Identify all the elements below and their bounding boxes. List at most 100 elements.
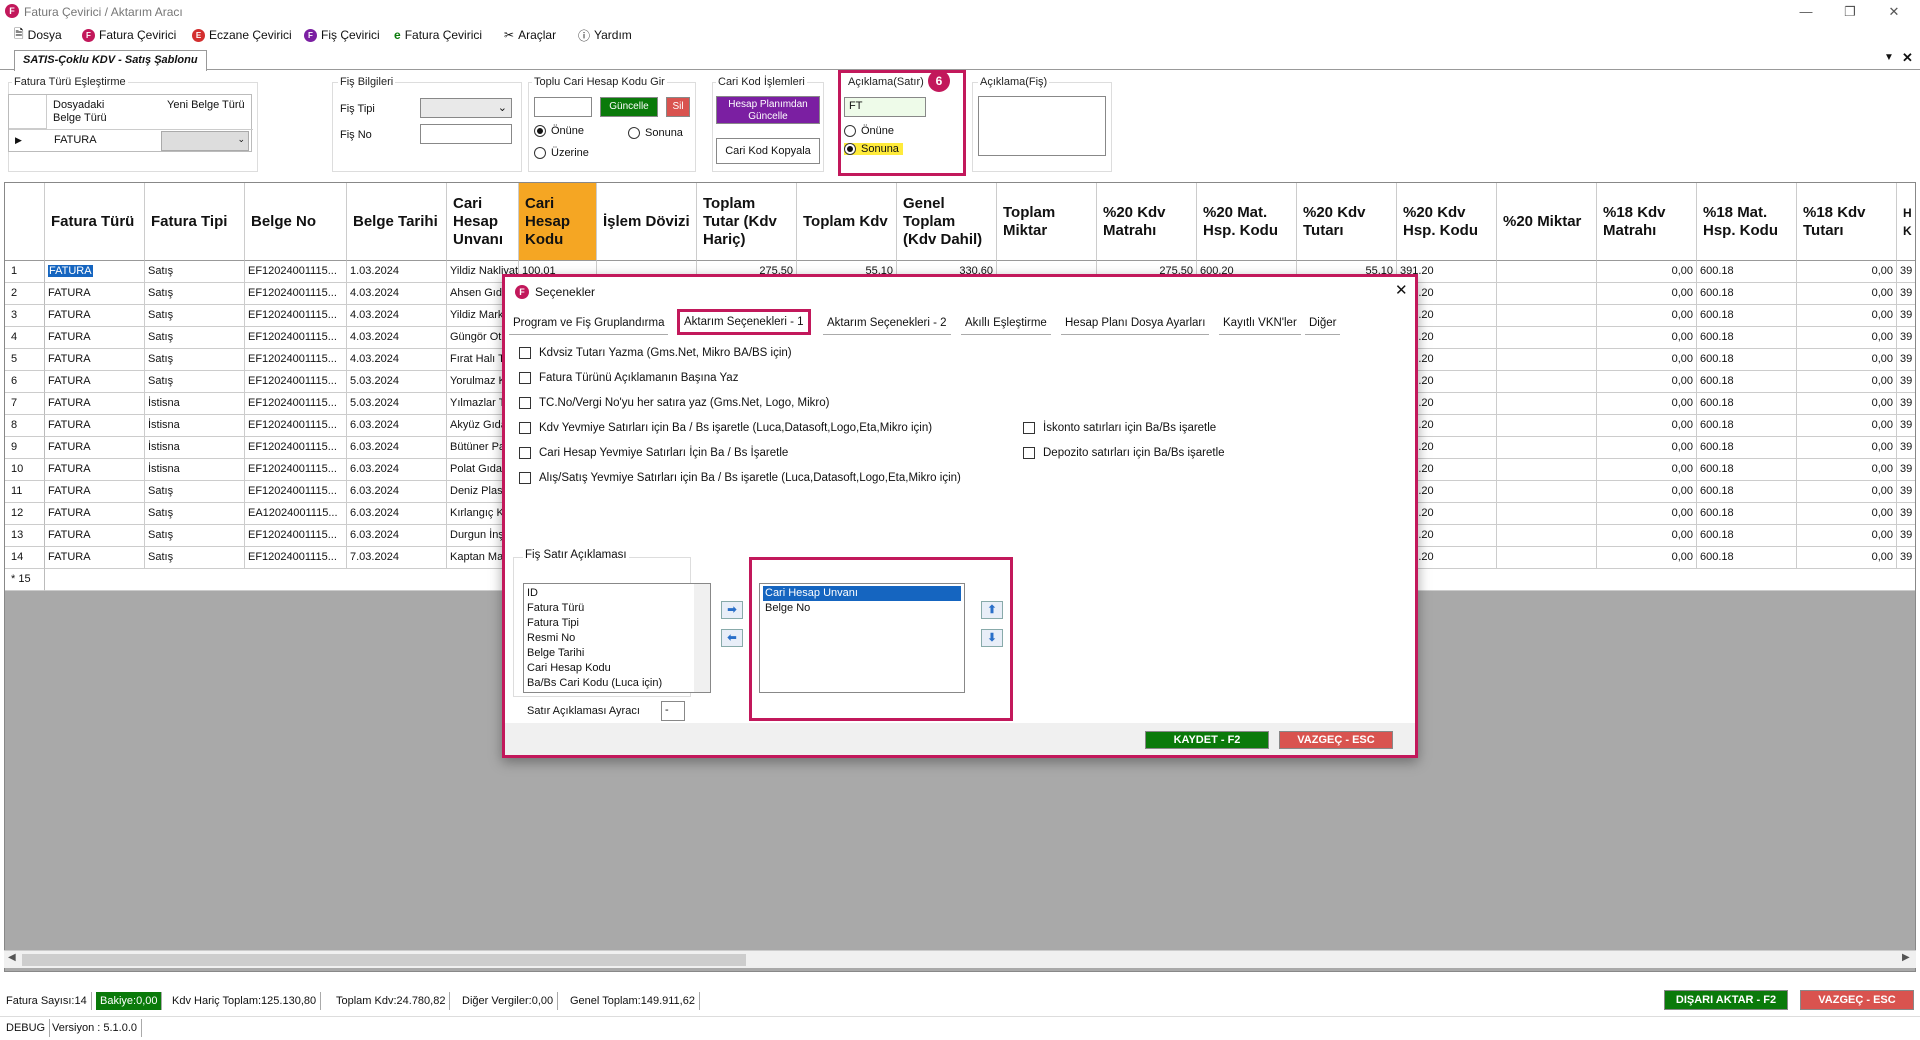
table-cell[interactable]: 0,00 [1797, 261, 1897, 283]
table-cell[interactable]: 600.18 [1697, 283, 1797, 305]
table-cell[interactable]: 6.03.2024 [347, 525, 447, 547]
restore-icon[interactable]: ❐ [1830, 2, 1870, 22]
col-cari-unvan[interactable]: Cari Hesap Unvanı [447, 183, 519, 261]
table-cell[interactable] [1497, 415, 1597, 437]
table-cell[interactable]: 600.18 [1697, 525, 1797, 547]
menu-eczane-cevirici[interactable]: E Eczane Çevirici [192, 27, 292, 43]
selected-item[interactable]: Cari Hesap Unvanı [763, 586, 961, 601]
table-cell[interactable]: 39 [1897, 261, 1915, 283]
table-cell[interactable]: 39 [1897, 349, 1915, 371]
table-cell[interactable]: EF12024001115... [245, 371, 347, 393]
available-item[interactable]: Resmi No [527, 631, 692, 646]
close-icon[interactable]: ✕ [1874, 2, 1914, 22]
kdvsiz-checkbox[interactable]: Kdvsiz Tutarı Yazma (Gms.Net, Mikro BA/B… [519, 347, 792, 359]
table-cell[interactable]: EF12024001115... [245, 305, 347, 327]
tab-hesap-plani-dosya[interactable]: Hesap Planı Dosya Ayarları [1061, 313, 1210, 335]
available-item[interactable]: Fatura Tipi [527, 616, 692, 631]
fis-tipi-select[interactable]: ⌄ [420, 98, 512, 118]
table-cell[interactable]: Satış [145, 547, 245, 569]
menu-yardim[interactable]: ⓘ Yardım [578, 27, 632, 43]
sonuna-radio[interactable]: Sonuna [628, 127, 683, 139]
table-cell[interactable]: 39 [1897, 393, 1915, 415]
table-cell[interactable]: 0,00 [1797, 437, 1897, 459]
vazgec-dialog-button[interactable]: VAZGEÇ - ESC [1279, 731, 1393, 749]
table-cell[interactable]: 39 [1897, 305, 1915, 327]
table-cell[interactable]: 39 [1897, 327, 1915, 349]
row-header[interactable]: 6 [5, 371, 45, 393]
table-cell[interactable]: FATURA [45, 305, 145, 327]
table-cell[interactable]: 0,00 [1797, 525, 1897, 547]
table-cell[interactable]: 39 [1897, 481, 1915, 503]
table-cell[interactable]: 0,00 [1597, 415, 1697, 437]
table-cell[interactable]: 0,00 [1797, 459, 1897, 481]
table-cell[interactable]: EA12024001115... [245, 503, 347, 525]
table-cell[interactable]: 600.18 [1697, 327, 1797, 349]
table-cell[interactable] [1497, 327, 1597, 349]
table-cell[interactable]: 0,00 [1597, 393, 1697, 415]
menu-e-fatura-cevirici[interactable]: e Fatura Çevirici [394, 27, 482, 43]
table-cell[interactable]: 39 [1897, 525, 1915, 547]
tab-aktarim-2[interactable]: Aktarım Seçenekleri - 2 [823, 313, 951, 335]
col-toplam-miktar[interactable]: Toplam Miktar [997, 183, 1097, 261]
menu-araclar[interactable]: ✂ Araçlar [504, 27, 556, 43]
table-cell[interactable]: EF12024001115... [245, 525, 347, 547]
table-cell[interactable]: İstisna [145, 459, 245, 481]
table-cell[interactable]: 0,00 [1597, 305, 1697, 327]
col-genel-toplam[interactable]: Genel Toplam (Kdv Dahil) [897, 183, 997, 261]
guncelle-button[interactable]: Güncelle [600, 97, 658, 117]
iskonto-checkbox[interactable]: İskonto satırları için Ba/Bs işaretle [1023, 422, 1216, 434]
row-header[interactable]: 11 [5, 481, 45, 503]
available-item[interactable]: Belge Tarihi [527, 646, 692, 661]
table-cell[interactable]: Satış [145, 349, 245, 371]
table-cell[interactable]: 39 [1897, 437, 1915, 459]
list-scrollbar[interactable] [694, 584, 710, 692]
table-cell[interactable]: Satış [145, 283, 245, 305]
kaydet-button[interactable]: KAYDET - F2 [1145, 731, 1269, 749]
table-cell[interactable]: 4.03.2024 [347, 327, 447, 349]
table-cell[interactable]: 0,00 [1597, 481, 1697, 503]
move-down-icon[interactable]: ⬇ [981, 629, 1003, 647]
tab-program-fis[interactable]: Program ve Fiş Gruplandırma [509, 313, 669, 335]
cari-kod-kopyala-button[interactable]: Cari Kod Kopyala [716, 138, 820, 164]
table-cell[interactable]: 39 [1897, 547, 1915, 569]
table-cell[interactable]: 0,00 [1797, 481, 1897, 503]
table-cell[interactable] [1497, 393, 1597, 415]
table-cell[interactable]: 5.03.2024 [347, 393, 447, 415]
kdv-yevmiye-checkbox[interactable]: Kdv Yevmiye Satırları için Ba / Bs işare… [519, 422, 932, 434]
table-cell[interactable]: 0,00 [1597, 459, 1697, 481]
onune-radio[interactable]: Önüne [534, 125, 584, 137]
table-cell[interactable]: 600.18 [1697, 503, 1797, 525]
table-cell[interactable]: 0,00 [1797, 283, 1897, 305]
table-cell[interactable]: 600.18 [1697, 393, 1797, 415]
table-cell[interactable]: 600.18 [1697, 371, 1797, 393]
available-item[interactable]: Cari Hesap Kodu [527, 661, 692, 676]
table-cell[interactable]: EF12024001115... [245, 283, 347, 305]
tab-dropdown-icon[interactable]: ▼ [1884, 52, 1894, 63]
table-cell[interactable]: EF12024001115... [245, 481, 347, 503]
table-cell[interactable]: FATURA [45, 327, 145, 349]
col-kdv18-matrah[interactable]: %18 Kdv Matrahı [1597, 183, 1697, 261]
table-cell[interactable]: FATURA [45, 437, 145, 459]
yeni-belge-turu-select[interactable]: ⌄ [161, 131, 249, 151]
table-cell[interactable]: 6.03.2024 [347, 503, 447, 525]
table-cell[interactable]: 7.03.2024 [347, 547, 447, 569]
move-right-icon[interactable]: ➡ [721, 601, 743, 619]
row-header[interactable]: 8 [5, 415, 45, 437]
row-header[interactable]: 12 [5, 503, 45, 525]
table-cell[interactable]: EF12024001115... [245, 327, 347, 349]
table-cell[interactable]: 39 [1897, 503, 1915, 525]
table-cell[interactable]: 39 [1897, 459, 1915, 481]
table-cell[interactable]: EF12024001115... [245, 547, 347, 569]
table-cell[interactable]: 0,00 [1797, 327, 1897, 349]
table-cell[interactable]: Satış [145, 305, 245, 327]
horizontal-scrollbar[interactable]: ◀ ▶ [4, 950, 1916, 968]
table-cell[interactable]: 600.18 [1697, 481, 1797, 503]
uzerine-radio[interactable]: Üzerine [534, 147, 589, 159]
col-belge-tarihi[interactable]: Belge Tarihi [347, 183, 447, 261]
tab-aktarim-1[interactable]: Aktarım Seçenekleri - 1 [677, 309, 811, 335]
col-kdv18-mat-hsp[interactable]: %18 Mat. Hsp. Kodu [1697, 183, 1797, 261]
table-cell[interactable]: Satış [145, 261, 245, 283]
table-cell[interactable]: EF12024001115... [245, 459, 347, 481]
sil-button[interactable]: Sil [666, 97, 690, 117]
table-cell[interactable]: FATURA [45, 481, 145, 503]
